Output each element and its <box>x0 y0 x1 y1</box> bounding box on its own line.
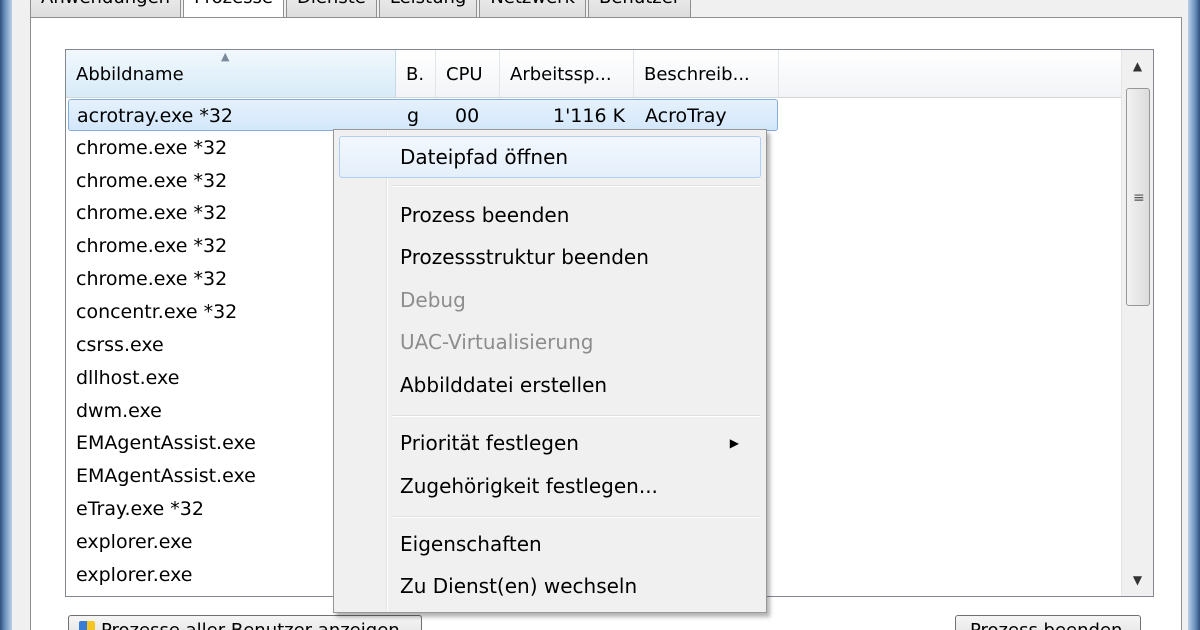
menu-separator <box>392 516 760 518</box>
menu-item-end-process-tree[interactable]: Prozessstruktur beenden <box>339 236 761 278</box>
menu-item-uac-virtualization: UAC-Virtualisierung <box>400 330 594 354</box>
tab-leistung[interactable]: Leistung <box>378 0 478 18</box>
column-header-row: ▲ Abbildname B. CPU Arbeitssp... Beschre… <box>66 50 1153 98</box>
arrow-up-icon[interactable]: ▲ <box>1122 50 1153 82</box>
vertical-scrollbar[interactable]: ▲ ≡ ▼ <box>1121 50 1153 596</box>
tab-benutzer[interactable]: Benutzer <box>588 0 692 18</box>
window-frame-right <box>1188 0 1200 630</box>
menu-item-go-to-services[interactable]: Zu Dienst(en) wechseln <box>339 565 761 607</box>
column-header-beschreibung[interactable]: Beschreib... <box>634 50 779 97</box>
column-header-cpu[interactable]: CPU <box>436 50 500 97</box>
process-name: chrome.exe *32 <box>76 170 228 192</box>
end-process-button[interactable]: Prozess beenden <box>955 615 1141 630</box>
table-row[interactable]: acrotray.exe *32 g 00 1'116 K AcroTray <box>68 99 778 131</box>
process-cpu: 00 <box>455 105 480 127</box>
menu-separator <box>392 185 760 187</box>
menu-item-properties[interactable]: Eigenschaften <box>339 523 761 565</box>
process-name: chrome.exe *32 <box>76 268 228 290</box>
process-name: eTray.exe *32 <box>76 498 204 520</box>
menu-item-end-process[interactable]: Prozess beenden <box>339 194 761 236</box>
grip-icon: ≡ <box>1133 190 1145 206</box>
menu-item-label: Priorität festlegen <box>400 431 579 455</box>
process-name: chrome.exe *32 <box>76 137 228 159</box>
shield-icon <box>79 621 95 630</box>
menu-item-debug: Debug <box>400 288 466 312</box>
menu-item-open-file-location[interactable]: Dateipfad öffnen <box>339 136 761 178</box>
process-name: chrome.exe *32 <box>76 235 228 257</box>
context-menu: Dateipfad öffnen Prozess beenden Prozess… <box>333 129 767 613</box>
process-name: csrss.exe <box>76 334 164 356</box>
column-label: Abbildname <box>76 64 184 85</box>
process-name: dllhost.exe <box>76 367 180 389</box>
process-name: concentr.exe *32 <box>76 301 238 323</box>
process-name: chrome.exe *32 <box>76 202 228 224</box>
process-user: g <box>407 105 420 127</box>
tab-strip: Anwendungen Prozesse Dienste Leistung Ne… <box>30 0 693 20</box>
process-name: explorer.exe <box>76 564 193 586</box>
tab-netzwerk[interactable]: Netzwerk <box>479 0 586 18</box>
process-name: dwm.exe <box>76 400 162 422</box>
chevron-right-icon: ▶ <box>729 436 739 450</box>
process-description: AcroTray <box>645 105 727 127</box>
menu-item-create-dump-file[interactable]: Abbilddatei erstellen <box>339 364 761 406</box>
scrollbar-thumb[interactable]: ≡ <box>1126 88 1150 306</box>
process-name: EMAgentAssist.exe <box>76 432 256 454</box>
column-header-arbeitsspeicher[interactable]: Arbeitssp... <box>500 50 634 97</box>
column-header-abbildname[interactable]: ▲ Abbildname <box>66 50 396 97</box>
process-memory: 1'116 K <box>553 105 626 127</box>
tab-dienste[interactable]: Dienste <box>286 0 377 18</box>
process-name: acrotray.exe *32 <box>77 105 234 127</box>
process-name: EMAgentAssist.exe <box>76 465 256 487</box>
show-all-users-button[interactable]: Prozesse aller Benutzer anzeigen <box>68 615 422 630</box>
tab-anwendungen[interactable]: Anwendungen <box>30 0 182 18</box>
window-frame-left <box>0 0 12 630</box>
column-header-benutzer[interactable]: B. <box>396 50 436 97</box>
menu-item-set-affinity[interactable]: Zugehörigkeit festlegen... <box>339 465 761 507</box>
show-all-users-label: Prozesse aller Benutzer anzeigen <box>101 620 400 630</box>
menu-separator <box>392 415 760 417</box>
process-name: explorer.exe <box>76 531 193 553</box>
menu-item-set-priority[interactable]: Priorität festlegen ▶ <box>339 422 761 464</box>
sort-up-icon: ▲ <box>221 50 230 63</box>
arrow-down-icon[interactable]: ▼ <box>1122 564 1153 596</box>
